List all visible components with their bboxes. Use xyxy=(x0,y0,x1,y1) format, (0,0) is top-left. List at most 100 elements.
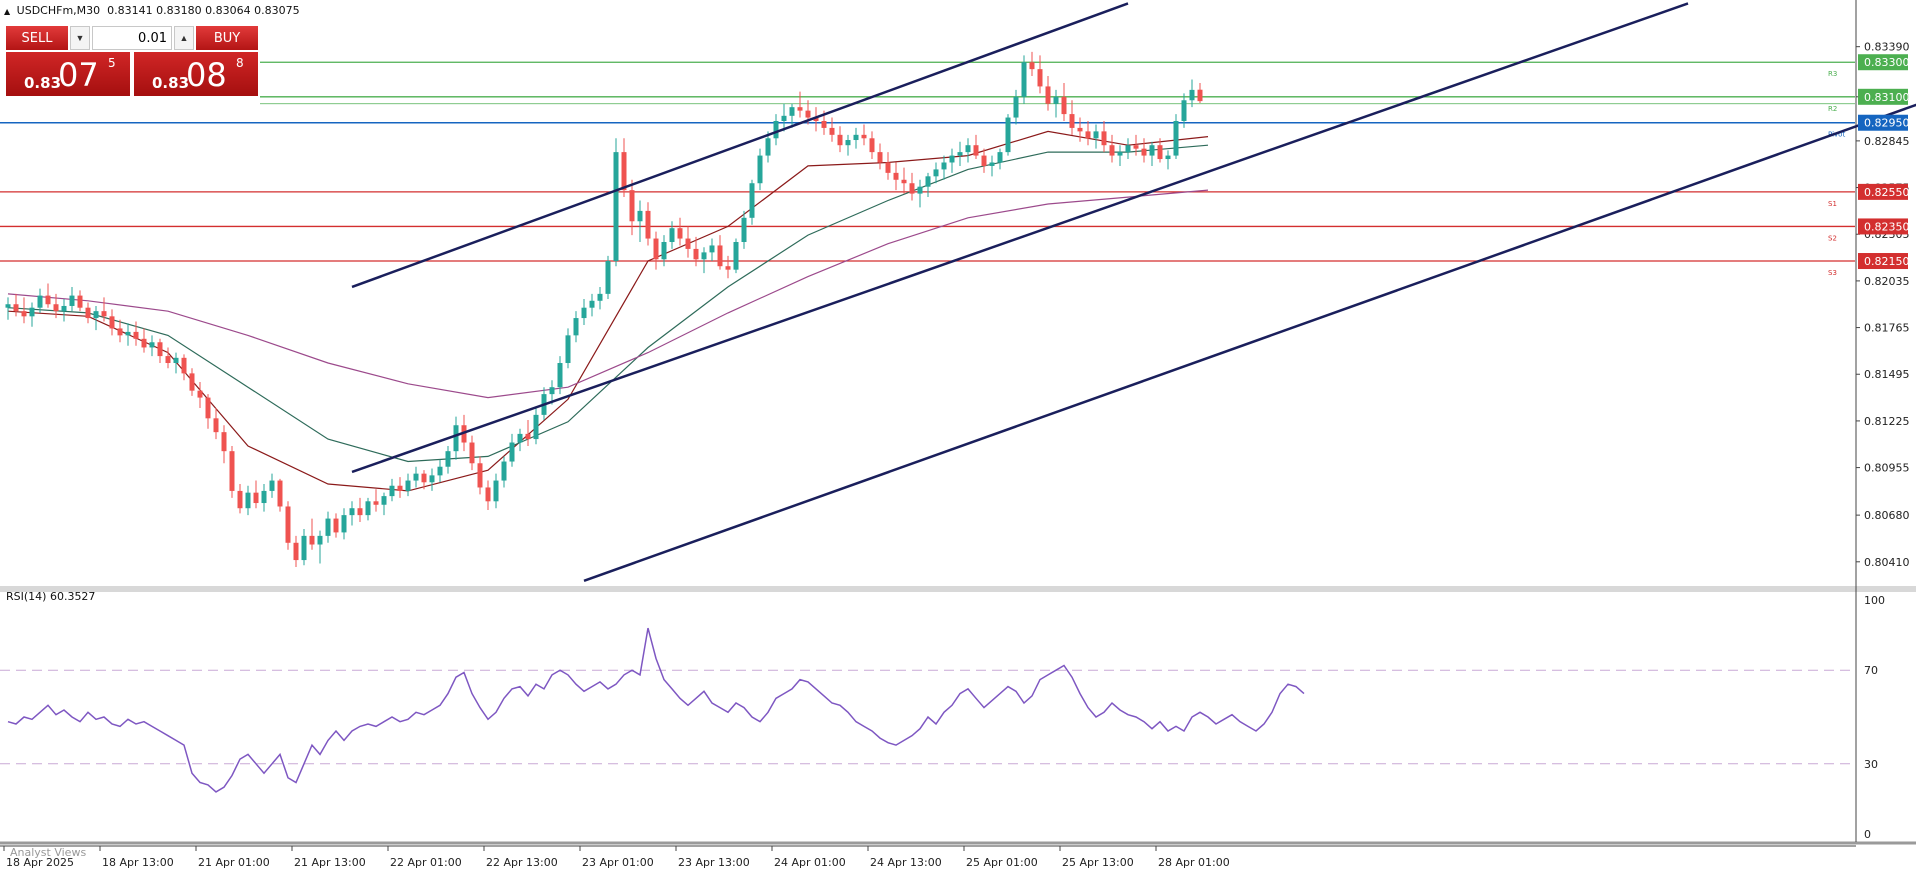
candle xyxy=(117,319,123,343)
candle-body xyxy=(325,518,331,536)
candle-body xyxy=(421,473,427,483)
candle xyxy=(493,473,499,509)
candle-body xyxy=(61,305,67,312)
candle-body xyxy=(973,145,979,156)
candle xyxy=(965,138,971,163)
rsi-title: RSI(14) 60.3527 xyxy=(6,590,96,603)
candle xyxy=(445,445,451,474)
candle-body xyxy=(941,162,947,170)
rsi-tick-label: 0 xyxy=(1864,828,1871,841)
candle xyxy=(373,489,379,512)
candle xyxy=(469,435,475,471)
lot-size-input[interactable] xyxy=(92,26,172,50)
candle-body xyxy=(949,155,955,163)
candle-body xyxy=(565,335,571,364)
candle-body xyxy=(757,155,763,184)
candle xyxy=(613,138,619,267)
candle-body xyxy=(1157,145,1163,160)
price-tick-label: 0.82845 xyxy=(1864,135,1910,148)
candle-body xyxy=(453,425,459,452)
candle-body xyxy=(1053,96,1059,104)
channel-upper-1[interactable] xyxy=(351,2,1129,289)
candle-body xyxy=(333,518,339,533)
time-tick-label: 28 Apr 01:00 xyxy=(1158,856,1230,869)
lot-decrease-button[interactable]: ▼ xyxy=(70,26,90,50)
price-tick-label: 0.82035 xyxy=(1864,275,1910,288)
candle-body xyxy=(125,331,131,336)
candle xyxy=(949,148,955,173)
price-axis: 0.833900.831000.828450.825750.823050.820… xyxy=(1856,41,1910,569)
candle-body xyxy=(981,155,987,166)
candle-body xyxy=(989,162,995,166)
chart-canvas[interactable]: R3R2PivotS1S2S3 0.833900.831000.828450.8… xyxy=(0,0,1916,874)
candlesticks xyxy=(5,51,1203,567)
channel-upper-2[interactable] xyxy=(351,2,1689,474)
candle xyxy=(749,179,755,225)
candle xyxy=(605,255,611,300)
candle xyxy=(157,338,163,364)
candle-body xyxy=(533,414,539,440)
buy-button[interactable]: BUY xyxy=(196,26,258,50)
candle xyxy=(61,299,67,322)
candle xyxy=(597,286,603,310)
candle xyxy=(1085,121,1091,146)
lot-increase-button[interactable]: ▲ xyxy=(174,26,194,50)
candle xyxy=(261,484,267,512)
candle-body xyxy=(653,238,659,260)
analyst-views-tab[interactable]: Analyst Views xyxy=(10,846,86,859)
candle-body xyxy=(877,152,883,163)
candle-body xyxy=(509,442,515,462)
pane-separator[interactable] xyxy=(0,586,1916,592)
candle-body xyxy=(957,152,963,156)
bid-quote[interactable]: 0.83 07 5 xyxy=(6,52,130,96)
time-tick-label: 24 Apr 13:00 xyxy=(870,856,942,869)
candle xyxy=(437,459,443,483)
candle-body xyxy=(789,107,795,116)
price-tick-label: 0.80680 xyxy=(1864,509,1910,522)
collapse-triangle-icon[interactable]: ▲ xyxy=(4,7,10,16)
price-tick-label: 0.81225 xyxy=(1864,415,1910,428)
candle xyxy=(877,143,883,170)
candle-body xyxy=(117,328,123,336)
candle xyxy=(885,152,891,180)
candle xyxy=(453,416,459,460)
candle-body xyxy=(645,210,651,239)
candle xyxy=(149,335,155,357)
candle-body xyxy=(1069,114,1075,128)
sell-button[interactable]: SELL xyxy=(6,26,68,50)
candle-body xyxy=(277,480,283,507)
candle xyxy=(1109,134,1115,163)
candle-body xyxy=(29,307,35,317)
candle-body xyxy=(925,176,931,187)
channel-lower[interactable] xyxy=(583,3,1916,582)
candle xyxy=(389,478,395,502)
candle-body xyxy=(597,293,603,301)
candle-body xyxy=(1061,96,1067,115)
candle xyxy=(1093,124,1099,149)
ask-quote[interactable]: 0.83 08 8 xyxy=(134,52,258,96)
candle xyxy=(773,114,779,146)
candle-body xyxy=(797,107,803,111)
candle-body xyxy=(1093,131,1099,139)
candle-body xyxy=(1037,69,1043,87)
candle-body xyxy=(93,311,99,319)
candle xyxy=(357,497,363,523)
candle xyxy=(1077,117,1083,142)
candle xyxy=(901,167,907,194)
candle-body xyxy=(693,248,699,260)
candle xyxy=(397,477,403,498)
candle xyxy=(365,497,371,521)
candle-body xyxy=(1117,152,1123,156)
candle-body xyxy=(341,515,347,533)
candle-body xyxy=(397,485,403,491)
candle xyxy=(637,200,643,243)
candle-body xyxy=(1077,127,1083,132)
time-tick-label: 22 Apr 01:00 xyxy=(390,856,462,869)
candle-body xyxy=(549,387,555,395)
candle-body xyxy=(909,183,915,194)
candle xyxy=(757,148,763,191)
level-tag-r3: R3 xyxy=(1828,70,1837,78)
candle-body xyxy=(37,295,43,308)
candle-body xyxy=(581,307,587,319)
trend-channel[interactable] xyxy=(351,2,1916,582)
